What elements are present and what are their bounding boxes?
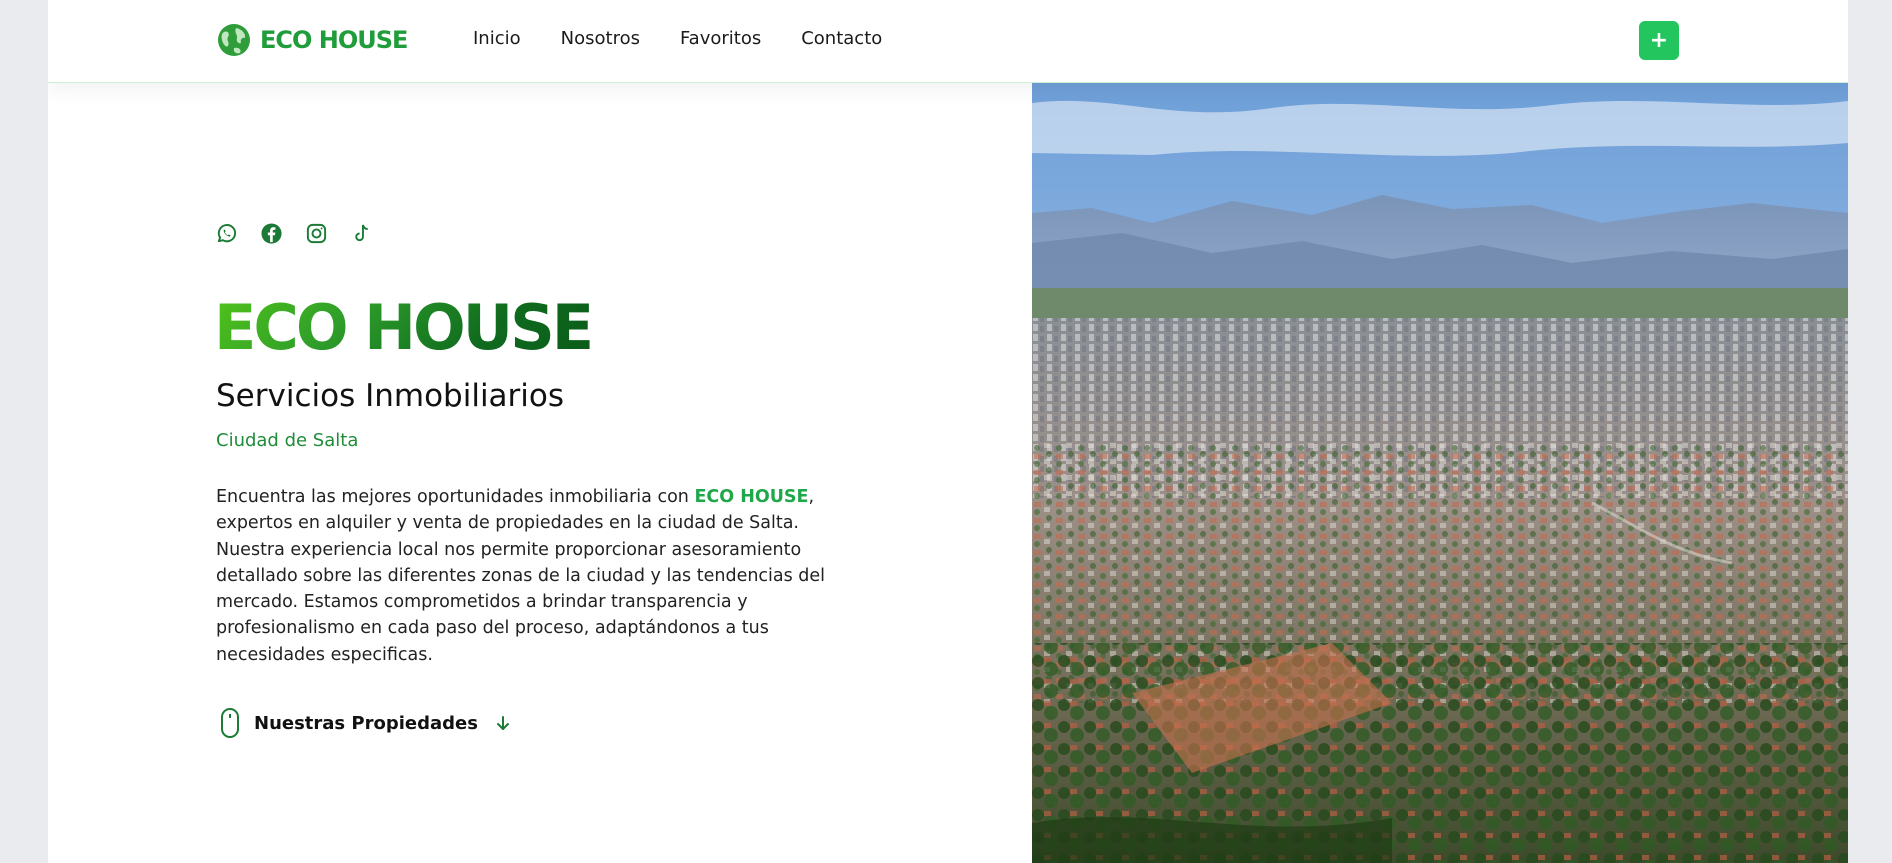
arrow-down-icon <box>496 716 509 730</box>
hero-description: Encuentra las mejores oportunidades inmo… <box>216 484 826 668</box>
social-links <box>215 222 373 245</box>
site-header: ECO HOUSE Inicio Nosotros Favoritos Cont… <box>48 0 1848 83</box>
page-title: Servicios Inmobiliarios <box>216 378 565 414</box>
globe-icon <box>218 24 250 56</box>
whatsapp-icon[interactable] <box>215 222 238 245</box>
city-aerial-image <box>1032 83 1848 863</box>
facebook-icon[interactable] <box>260 222 283 245</box>
hero-logo: ECO HOUSE <box>214 291 594 364</box>
brand-name: ECO HOUSE <box>260 26 408 54</box>
description-text-start: Encuentra las mejores oportunidades inmo… <box>216 487 695 507</box>
nav-item-nosotros[interactable]: Nosotros <box>561 28 640 49</box>
nav-item-favoritos[interactable]: Favoritos <box>680 28 761 49</box>
brand-logo[interactable]: ECO HOUSE <box>216 22 408 58</box>
our-properties-label: Nuestras Propiedades <box>254 712 478 734</box>
our-properties-link[interactable]: Nuestras Propiedades <box>216 707 512 739</box>
main-nav: Inicio Nosotros Favoritos Contacto <box>473 28 882 49</box>
description-brand-highlight: ECO HOUSE <box>694 487 809 507</box>
tiktok-icon[interactable] <box>350 222 373 245</box>
page: ECO HOUSE Inicio Nosotros Favoritos Cont… <box>48 0 1848 863</box>
location-subtitle: Ciudad de Salta <box>216 430 359 451</box>
mouse-icon <box>221 708 239 738</box>
nav-item-inicio[interactable]: Inicio <box>473 28 521 49</box>
instagram-icon[interactable] <box>305 222 328 245</box>
add-button[interactable]: + <box>1639 21 1679 60</box>
nav-item-contacto[interactable]: Contacto <box>801 28 882 49</box>
description-text-end: , expertos en alquiler y venta de propie… <box>216 487 826 665</box>
